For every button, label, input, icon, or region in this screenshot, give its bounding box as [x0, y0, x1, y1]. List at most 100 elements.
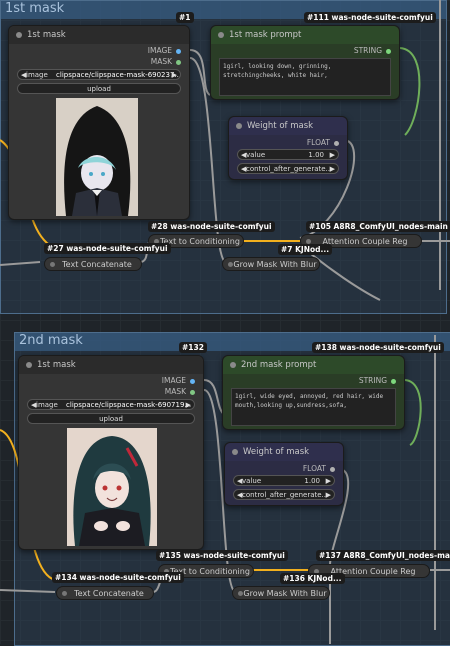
- node-id-badge: #138 was-node-suite-comfyui: [312, 342, 444, 353]
- widget-label: image: [26, 71, 48, 79]
- widget-label: control_after_generate...: [242, 491, 329, 499]
- arrow-right-icon[interactable]: ▶: [172, 70, 177, 79]
- upload-button[interactable]: upload: [17, 83, 181, 94]
- slot-dot-icon[interactable]: [176, 59, 181, 65]
- node-title: Text Concatenate: [74, 589, 144, 598]
- widget-label: value: [246, 151, 266, 159]
- slot-dot-icon[interactable]: [386, 48, 391, 54]
- control-after-generate-widget[interactable]: ◀ control_after_generate... ▶: [237, 163, 339, 174]
- node-id-badge: #1: [176, 12, 194, 23]
- grow-mask-node[interactable]: Grow Mask With Blur: [222, 257, 320, 271]
- text-concatenate-node[interactable]: Text Concatenate: [44, 257, 142, 271]
- output-label: FLOAT: [306, 138, 330, 147]
- collapse-dot-icon[interactable]: [238, 591, 243, 596]
- image-select-widget[interactable]: ◀ image clipspace/clipspace-mask-690237.…: [17, 69, 181, 80]
- slot-dot-icon[interactable]: [190, 389, 195, 395]
- node-id-badge: #27 was-node-suite-comfyui: [44, 243, 171, 254]
- grow-mask-node[interactable]: Grow Mask With Blur: [232, 586, 330, 600]
- node-title: Grow Mask With Blur: [233, 260, 317, 269]
- slot-dot-icon[interactable]: [391, 378, 396, 384]
- prompt-textarea[interactable]: 1girl, looking down, grinning, stretchin…: [219, 58, 391, 96]
- collapse-dot-icon[interactable]: [230, 362, 236, 368]
- widget-label: control_after_generate...: [246, 165, 333, 173]
- load-image-node[interactable]: 1st mask IMAGE MASK ◀ image clipspace/cl…: [8, 25, 190, 220]
- value-widget[interactable]: ◀ value 1.00 ▶: [233, 475, 335, 486]
- slot-dot-icon[interactable]: [334, 140, 339, 146]
- node-header[interactable]: 2nd mask prompt: [223, 356, 404, 374]
- arrow-left-icon[interactable]: ◀: [237, 490, 242, 499]
- value-widget[interactable]: ◀ value 1.00 ▶: [237, 149, 339, 160]
- collapse-dot-icon[interactable]: [16, 32, 22, 38]
- collapse-dot-icon[interactable]: [50, 262, 55, 267]
- wire-green: [404, 379, 422, 446]
- output-float[interactable]: FLOAT: [303, 464, 335, 473]
- wire-green: [399, 47, 421, 136]
- node-header[interactable]: Weight of mask: [225, 443, 343, 461]
- kjnode-badge[interactable]: #136 KJNod...: [280, 573, 345, 584]
- widget-label: image: [36, 401, 58, 409]
- arrow-right-icon[interactable]: ▶: [330, 150, 335, 159]
- prompt-textarea[interactable]: 1girl, wide eyed, annoyed, red hair, wid…: [231, 388, 396, 426]
- output-string[interactable]: STRING: [359, 376, 396, 385]
- output-mask[interactable]: MASK: [165, 387, 195, 396]
- node-id-badge: #134 was-node-suite-comfyui: [52, 572, 184, 583]
- collapse-dot-icon[interactable]: [62, 591, 67, 596]
- node-id-badge: #137 A8R8_ComfyUI_nodes-main: [316, 550, 450, 561]
- node-id-badge: #105 A8R8_ComfyUI_nodes-main: [306, 221, 450, 232]
- output-label: IMAGE: [147, 46, 172, 55]
- collapse-dot-icon[interactable]: [218, 32, 224, 38]
- widget-label: value: [242, 477, 262, 485]
- arrow-left-icon[interactable]: ◀: [241, 150, 246, 159]
- widget-value: clipspace/clipspace-mask-690719...: [66, 401, 192, 409]
- load-image-node[interactable]: 1st mask IMAGE MASK ◀ image clipspace/cl…: [18, 355, 204, 550]
- preview-image: [56, 98, 138, 216]
- node-title: Weight of mask: [247, 121, 314, 131]
- node-title: 1st mask: [37, 360, 76, 370]
- arrow-right-icon[interactable]: ▶: [186, 400, 191, 409]
- collapse-dot-icon[interactable]: [236, 123, 242, 129]
- wire-gray: [0, 589, 56, 593]
- output-label: STRING: [353, 46, 382, 55]
- node-header[interactable]: 1st mask: [9, 26, 189, 44]
- output-image[interactable]: IMAGE: [162, 376, 195, 385]
- collapse-dot-icon[interactable]: [232, 449, 238, 455]
- arrow-right-icon[interactable]: ▶: [330, 164, 335, 173]
- output-label: FLOAT: [302, 464, 326, 473]
- preview-image: [67, 428, 157, 546]
- text-prompt-node[interactable]: 1st mask prompt STRING 1girl, looking do…: [210, 25, 400, 100]
- arrow-left-icon[interactable]: ◀: [237, 476, 242, 485]
- node-header[interactable]: Weight of mask: [229, 117, 347, 135]
- upload-button[interactable]: upload: [27, 413, 195, 424]
- node-header[interactable]: 1st mask prompt: [211, 26, 399, 44]
- node-id-badge: #132: [179, 342, 207, 353]
- weight-node[interactable]: Weight of mask FLOAT ◀ value 1.00 ▶ ◀ co…: [228, 116, 348, 180]
- kjnode-badge[interactable]: #7 KJNod...: [278, 244, 333, 255]
- node-id-badge: #111 was-node-suite-comfyui: [304, 12, 436, 23]
- control-after-generate-widget[interactable]: ◀ control_after_generate... ▶: [233, 489, 335, 500]
- collapse-dot-icon[interactable]: [228, 262, 233, 267]
- text-prompt-node[interactable]: 2nd mask prompt STRING 1girl, wide eyed,…: [222, 355, 405, 430]
- node-title: 2nd mask prompt: [241, 360, 317, 370]
- slot-dot-icon[interactable]: [330, 466, 335, 472]
- image-select-widget[interactable]: ◀ image clipspace/clipspace-mask-690719.…: [27, 399, 195, 410]
- arrow-right-icon[interactable]: ▶: [326, 476, 331, 485]
- output-image[interactable]: IMAGE: [148, 46, 181, 55]
- output-mask[interactable]: MASK: [151, 57, 181, 66]
- widget-value: 1.00: [304, 477, 320, 485]
- output-float[interactable]: FLOAT: [307, 138, 339, 147]
- node-header[interactable]: 1st mask: [19, 356, 203, 374]
- arrow-left-icon[interactable]: ◀: [241, 164, 246, 173]
- widget-value: 1.00: [308, 151, 324, 159]
- slot-dot-icon[interactable]: [176, 48, 181, 54]
- arrow-left-icon[interactable]: ◀: [21, 70, 26, 79]
- text-concatenate-node[interactable]: Text Concatenate: [56, 586, 154, 600]
- collapse-dot-icon[interactable]: [26, 362, 32, 368]
- node-title: Weight of mask: [243, 447, 310, 457]
- weight-node[interactable]: Weight of mask FLOAT ◀ value 1.00 ▶ ◀ co…: [224, 442, 344, 506]
- anime-girl-masked-image: [56, 98, 138, 216]
- output-string[interactable]: STRING: [354, 46, 391, 55]
- node-title: Text Concatenate: [62, 260, 132, 269]
- slot-dot-icon[interactable]: [190, 378, 195, 384]
- arrow-right-icon[interactable]: ▶: [326, 490, 331, 499]
- arrow-left-icon[interactable]: ◀: [31, 400, 36, 409]
